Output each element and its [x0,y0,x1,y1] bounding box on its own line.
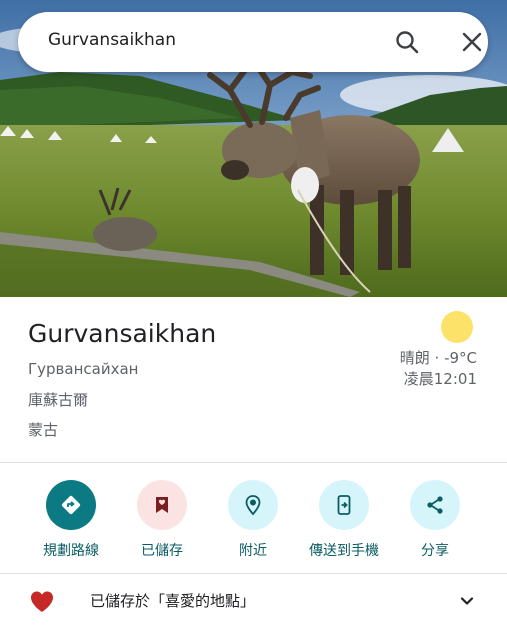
saved-list-text: 已儲存於「喜愛的地點」 [90,592,256,610]
send-to-phone-button[interactable]: 傳送到手機 [294,480,394,560]
action-bar: 規劃路線 已儲存 附近 傳送到手機 分享 [0,464,507,572]
send-to-phone-label: 傳送到手機 [309,543,379,559]
place-country: 蒙古 [28,421,59,439]
nearby-button[interactable]: 附近 [203,480,303,560]
weather-condition: 晴朗 · -9°C [399,349,477,367]
search-input[interactable]: Gurvansaikhan [48,30,176,50]
chevron-down-icon[interactable] [456,590,478,612]
nearby-label: 附近 [239,543,267,559]
place-title: Gurvansaikhan [28,319,217,348]
directions-label: 規劃路線 [43,543,99,559]
sun-icon [441,311,473,343]
local-time: 凌晨12:01 [403,370,477,388]
divider [0,462,507,463]
share-icon [410,480,460,530]
search-icon[interactable] [393,28,421,56]
place-info: Gurvansaikhan Гурвансайхан 庫蘇古爾 蒙古 晴朗 · … [0,297,507,463]
place-region: 庫蘇古爾 [28,391,89,409]
bookmark-icon [137,480,187,530]
send-to-phone-icon [319,480,369,530]
search-bar[interactable]: Gurvansaikhan [18,12,488,72]
saved-button[interactable]: 已儲存 [112,480,212,560]
nearby-icon [228,480,278,530]
directions-icon [46,480,96,530]
heart-icon [28,588,56,616]
close-icon[interactable] [458,28,486,56]
saved-list-row[interactable]: 已儲存於「喜愛的地點」 [0,574,507,637]
share-label: 分享 [421,543,449,559]
directions-button[interactable]: 規劃路線 [21,480,121,560]
saved-label: 已儲存 [141,543,183,559]
share-button[interactable]: 分享 [385,480,485,560]
place-native-name: Гурвансайхан [28,360,139,378]
